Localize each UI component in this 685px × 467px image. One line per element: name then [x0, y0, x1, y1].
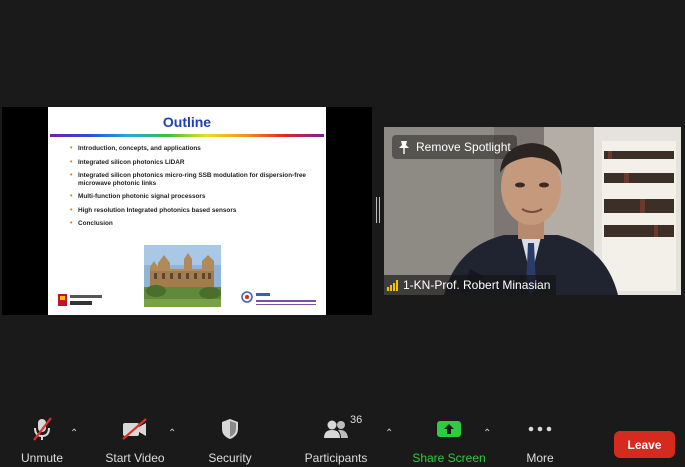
participants-options-caret-icon[interactable]: ⌃: [385, 428, 393, 439]
unmute-button[interactable]: Unmute: [18, 414, 66, 465]
microphone-muted-icon: [30, 414, 54, 444]
participant-video-tile[interactable]: Remove Spotlight 1-KN-Prof. Robert Minas…: [384, 127, 681, 295]
share-options-caret-icon[interactable]: ⌃: [483, 428, 491, 439]
participants-label: Participants: [304, 451, 368, 465]
shield-icon: [220, 414, 240, 444]
participants-icon: 36: [323, 414, 362, 444]
slide-bullet: Integrated silicon photonics micro-ring …: [70, 172, 320, 187]
more-dots-icon: [528, 414, 552, 444]
start-video-label: Start Video: [105, 451, 165, 465]
slide-bullet: Integrated silicon photonics LIDAR: [70, 159, 320, 167]
more-button[interactable]: More: [520, 414, 560, 465]
university-of-sydney-logo: [58, 294, 102, 306]
unmute-label: Unmute: [20, 451, 64, 465]
presentation-slide: Outline Introduction, concepts, and appl…: [48, 107, 326, 315]
remove-spotlight-label: Remove Spotlight: [416, 140, 511, 154]
university-building-photo: [144, 245, 221, 307]
slide-bullet: High resolution Integrated photonics bas…: [70, 207, 320, 215]
zoom-meeting-window: Outline Introduction, concepts, and appl…: [0, 0, 685, 467]
share-screen-label: Share Screen: [412, 451, 486, 465]
panel-resize-handle[interactable]: [376, 197, 380, 223]
slide-bullet: Multi-function photonic signal processor…: [70, 193, 320, 201]
participant-name-bar: 1-KN-Prof. Robert Minasian: [384, 275, 557, 295]
slide-title: Outline: [162, 114, 212, 130]
share-screen-icon: [437, 414, 461, 444]
meeting-toolbar: Unmute ⌃ Start Video ⌃ Security 36 Parti…: [0, 414, 685, 467]
participants-button[interactable]: 36 Participants: [303, 414, 369, 465]
remove-spotlight-button[interactable]: Remove Spotlight: [392, 135, 517, 159]
security-button[interactable]: Security: [206, 414, 254, 465]
slide-bullet: Conclusion: [70, 220, 320, 228]
participant-name: 1-KN-Prof. Robert Minasian: [403, 278, 551, 292]
shared-screen: Outline Introduction, concepts, and appl…: [2, 107, 372, 315]
fpl-lab-logo: [241, 291, 316, 305]
pin-icon: [399, 141, 409, 154]
security-label: Security: [208, 451, 252, 465]
more-label: More: [526, 451, 554, 465]
share-screen-button[interactable]: Share Screen: [412, 414, 486, 465]
audio-signal-icon: [387, 279, 398, 291]
audio-options-caret-icon[interactable]: ⌃: [70, 428, 78, 439]
slide-bullet-list: Introduction, concepts, and applications…: [70, 145, 320, 234]
video-camera-off-icon: [121, 414, 149, 444]
participants-count: 36: [350, 414, 363, 426]
leave-button[interactable]: Leave: [614, 431, 675, 458]
slide-bullet: Introduction, concepts, and applications: [70, 145, 320, 153]
video-options-caret-icon[interactable]: ⌃: [168, 428, 176, 439]
slide-rainbow-rule: [50, 134, 324, 137]
start-video-button[interactable]: Start Video: [103, 414, 167, 465]
